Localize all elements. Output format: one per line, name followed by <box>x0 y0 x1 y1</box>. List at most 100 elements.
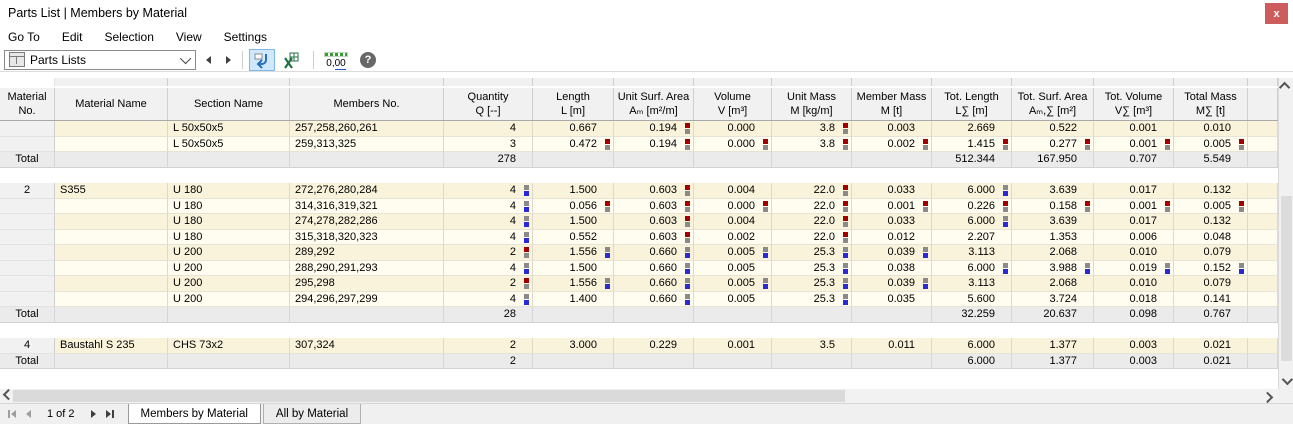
cell-tot-surf-area[interactable]: 1.377 <box>1012 354 1094 370</box>
cell-filler[interactable] <box>1248 121 1278 137</box>
cell-length[interactable] <box>533 152 614 168</box>
cell-section-name[interactable]: U 200 <box>168 292 290 308</box>
cell-unit-mass[interactable]: 3.5 <box>772 338 852 354</box>
cell-material-name[interactable] <box>55 245 168 261</box>
cell-length[interactable]: 0.472 <box>533 137 614 153</box>
next-page-button[interactable] <box>91 410 96 418</box>
cell-unit-mass[interactable] <box>772 354 852 370</box>
cell-unit-surf-area[interactable]: 0.603 <box>614 199 694 215</box>
cell-tot-surf-area[interactable]: 3.724 <box>1012 292 1094 308</box>
menu-goto[interactable]: Go To <box>8 30 40 44</box>
cell-members-no[interactable]: 272,276,280,284 <box>290 183 444 199</box>
cell-volume[interactable]: 0.000 <box>694 137 772 153</box>
cell-total-mass[interactable]: 0.010 <box>1174 121 1248 137</box>
cell-volume[interactable]: 0.005 <box>694 292 772 308</box>
cell-material-name[interactable]: Baustahl S 235 <box>55 338 168 354</box>
cell-tot-volume[interactable]: 0.001 <box>1094 137 1174 153</box>
cell-section-name[interactable]: L 50x50x5 <box>168 137 290 153</box>
cell-tot-surf-area[interactable]: 3.639 <box>1012 183 1094 199</box>
cell-length[interactable]: 0.667 <box>533 121 614 137</box>
cell-tot-length[interactable]: 2.207 <box>932 230 1012 246</box>
cell-members-no[interactable]: 315,318,320,323 <box>290 230 444 246</box>
cell-filler[interactable] <box>1248 214 1278 230</box>
scroll-up-button[interactable] <box>1279 78 1293 94</box>
cell-filler[interactable] <box>1248 137 1278 153</box>
cell-member-mass[interactable] <box>852 354 932 370</box>
cell-member-mass[interactable]: 0.033 <box>852 214 932 230</box>
cell-material-name[interactable] <box>55 276 168 292</box>
cell-tot-length[interactable]: 512.344 <box>932 152 1012 168</box>
cell-total-mass[interactable]: 0.767 <box>1174 307 1248 323</box>
column-header-tot-length[interactable]: Tot. LengthL∑ [m] <box>932 88 1012 120</box>
cell-total-mass[interactable]: 0.021 <box>1174 354 1248 370</box>
cell-unit-surf-area[interactable]: 0.603 <box>614 183 694 199</box>
cell-section-name[interactable]: U 200 <box>168 276 290 292</box>
cell-tot-length[interactable]: 6.000 <box>932 338 1012 354</box>
tab-members-by-material[interactable]: Members by Material <box>128 404 261 424</box>
cell-quantity[interactable]: 4 <box>444 199 533 215</box>
cell-members-no[interactable]: 257,258,260,261 <box>290 121 444 137</box>
cell-length[interactable]: 1.556 <box>533 245 614 261</box>
cell-members-no[interactable] <box>290 152 444 168</box>
cell-volume[interactable]: 0.005 <box>694 245 772 261</box>
cell-tot-length[interactable]: 6.000 <box>932 183 1012 199</box>
cell-section-name[interactable]: L 50x50x5 <box>168 121 290 137</box>
cell-unit-mass[interactable] <box>772 307 852 323</box>
cell-filler[interactable] <box>1248 261 1278 277</box>
cell-members-no[interactable] <box>290 354 444 370</box>
cell-length[interactable]: 3.000 <box>533 338 614 354</box>
cell-total-mass[interactable]: 0.048 <box>1174 230 1248 246</box>
menu-view[interactable]: View <box>176 30 202 44</box>
column-header-material-no[interactable]: MaterialNo. <box>0 88 55 120</box>
cell-material-no[interactable] <box>0 214 55 230</box>
cell-member-mass[interactable] <box>852 307 932 323</box>
cell-unit-surf-area[interactable]: 0.194 <box>614 121 694 137</box>
cell-members-no[interactable]: 295,298 <box>290 276 444 292</box>
cell-member-mass[interactable]: 0.035 <box>852 292 932 308</box>
cell-section-name[interactable]: U 180 <box>168 214 290 230</box>
cell-unit-surf-area[interactable]: 0.660 <box>614 261 694 277</box>
cell-quantity[interactable]: 4 <box>444 230 533 246</box>
cell-material-name[interactable] <box>55 292 168 308</box>
cell-filler[interactable] <box>1248 354 1278 370</box>
cell-unit-surf-area[interactable] <box>614 152 694 168</box>
cell-section-name[interactable] <box>168 307 290 323</box>
cell-length[interactable]: 0.552 <box>533 230 614 246</box>
column-header-volume[interactable]: VolumeV [m³] <box>694 88 772 120</box>
cell-members-no[interactable]: 259,313,325 <box>290 137 444 153</box>
cell-tot-surf-area[interactable]: 3.988 <box>1012 261 1094 277</box>
cell-material-name[interactable] <box>55 354 168 370</box>
cell-material-no[interactable]: Total <box>0 152 55 168</box>
cell-material-name[interactable] <box>55 214 168 230</box>
cell-section-name[interactable]: U 200 <box>168 245 290 261</box>
cell-tot-length[interactable]: 1.415 <box>932 137 1012 153</box>
cell-material-no[interactable]: 4 <box>0 338 55 354</box>
cell-members-no[interactable]: 288,290,291,293 <box>290 261 444 277</box>
close-button[interactable]: x <box>1265 3 1288 24</box>
cell-unit-mass[interactable] <box>772 152 852 168</box>
cell-section-name[interactable]: U 180 <box>168 183 290 199</box>
cell-total-mass[interactable]: 0.005 <box>1174 199 1248 215</box>
menu-edit[interactable]: Edit <box>62 30 83 44</box>
decimal-places-button[interactable]: 0,00 <box>320 49 352 71</box>
cell-tot-surf-area[interactable]: 3.639 <box>1012 214 1094 230</box>
cell-section-name[interactable]: U 180 <box>168 199 290 215</box>
cell-material-name[interactable] <box>55 199 168 215</box>
cell-filler[interactable] <box>1248 338 1278 354</box>
cell-member-mass[interactable] <box>852 152 932 168</box>
column-header-tot-surf-area[interactable]: Tot. Surf. AreaAₘ,∑ [m²] <box>1012 88 1094 120</box>
cell-material-name[interactable] <box>55 137 168 153</box>
cell-total-mass[interactable]: 0.079 <box>1174 245 1248 261</box>
cell-material-name[interactable] <box>55 152 168 168</box>
cell-unit-mass[interactable]: 25.3 <box>772 261 852 277</box>
export-to-excel-button[interactable] <box>278 49 304 71</box>
horizontal-scrollbar[interactable] <box>0 389 1278 403</box>
cell-tot-volume[interactable]: 0.001 <box>1094 121 1174 137</box>
cell-filler[interactable] <box>1248 230 1278 246</box>
cell-quantity[interactable]: 2 <box>444 338 533 354</box>
cell-tot-surf-area[interactable]: 20.637 <box>1012 307 1094 323</box>
cell-material-no[interactable] <box>0 230 55 246</box>
column-header-section-name[interactable]: Section Name <box>168 88 290 120</box>
column-header-unit-mass[interactable]: Unit MassM [kg/m] <box>772 88 852 120</box>
cell-tot-volume[interactable]: 0.707 <box>1094 152 1174 168</box>
